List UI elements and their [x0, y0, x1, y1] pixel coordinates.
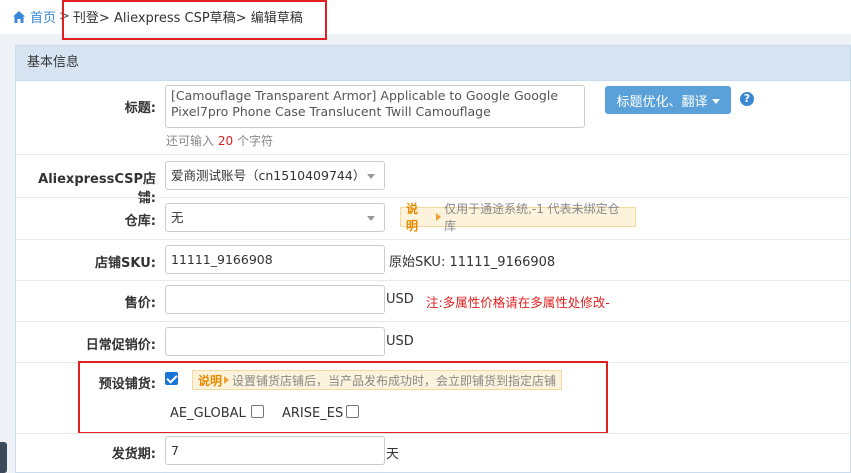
- store-select[interactable]: 爱商测试账号（cn1510409744）: [165, 161, 385, 190]
- chevron-down-icon: [711, 98, 720, 104]
- panel-title: 基本信息: [16, 46, 850, 81]
- title-optimize-button[interactable]: 标题优化、翻译: [605, 86, 731, 114]
- highlight-box-preset: [78, 361, 608, 434]
- chevron-down-icon: [367, 216, 375, 221]
- help-icon[interactable]: ?: [740, 92, 754, 106]
- divider: [16, 433, 851, 434]
- breadcrumb-home-link[interactable]: 首页: [30, 7, 56, 26]
- divider: [16, 154, 851, 155]
- warehouse-note-text: 仅用于通途系统,-1 代表未绑定仓库: [444, 202, 620, 233]
- warehouse-select-value: 无: [171, 210, 184, 225]
- ship-days-input[interactable]: 7: [165, 436, 385, 465]
- promo-price-unit: USD: [386, 334, 414, 349]
- highlight-box-breadcrumb: [62, 0, 327, 40]
- chevron-down-icon: [367, 174, 375, 179]
- promo-price-input[interactable]: [165, 327, 385, 356]
- price-label: 售价:: [124, 296, 156, 311]
- hint-count: 20: [217, 134, 234, 148]
- title-optimize-label: 标题优化、翻译: [616, 94, 708, 110]
- divider: [16, 197, 851, 198]
- title-textarea[interactable]: [Camouflage Transparent Armor] Applicabl…: [165, 85, 585, 128]
- hint-prefix: 还可输入: [166, 134, 215, 148]
- price-note: 注:多属性价格请在多属性处修改-: [426, 295, 610, 310]
- store-label: AliexpressCSP店铺:: [38, 172, 156, 206]
- sku-label: 店铺SKU:: [95, 256, 156, 271]
- store-select-value: 爱商测试账号（cn1510409744）: [171, 168, 366, 183]
- warehouse-select[interactable]: 无: [165, 203, 385, 232]
- ship-unit: 天: [386, 447, 400, 462]
- warehouse-label: 仓库:: [124, 214, 156, 229]
- original-sku: 原始SKU: 11111_9166908: [389, 255, 556, 270]
- promo-price-label: 日常促销价:: [85, 338, 156, 353]
- note-tag: 说 明: [401, 200, 444, 234]
- title-label: 标题:: [124, 101, 156, 116]
- divider: [16, 321, 851, 322]
- warehouse-note: 说 明 仅用于通途系统,-1 代表未绑定仓库: [400, 202, 636, 233]
- ship-label: 发货期:: [111, 447, 156, 462]
- side-tab[interactable]: [0, 442, 7, 473]
- divider: [16, 280, 851, 281]
- title-char-hint: 还可输入 20 个字符: [166, 132, 273, 149]
- price-unit: USD: [386, 292, 414, 307]
- hint-suffix: 个字符: [236, 134, 273, 148]
- note-tag-label: 说 明: [406, 202, 419, 233]
- arrow-right-icon: [436, 213, 442, 221]
- sku-input[interactable]: 11111_9166908: [165, 245, 385, 274]
- divider: [16, 239, 851, 240]
- price-input[interactable]: [165, 285, 385, 314]
- home-icon[interactable]: [12, 10, 26, 24]
